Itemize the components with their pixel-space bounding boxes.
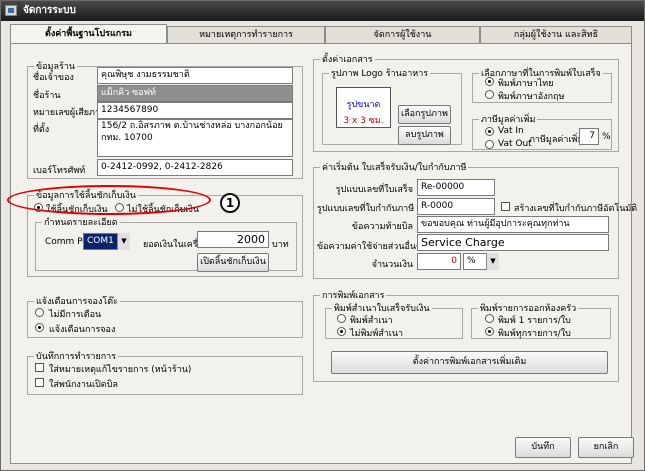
print-thai-radio[interactable] (485, 77, 494, 86)
address-field[interactable]: 156/2 ถ.อิสรภาพ ต.บ้านช่างหล่อ บางกอกน้อ… (97, 119, 293, 157)
booking-alert-legend: แจ้งเตือนการจองโต๊ะ (36, 297, 118, 307)
drawer-amount-field[interactable]: 2000 (197, 231, 269, 248)
kitchen-one-label[interactable]: พิมพ์ 1 รายการ/ใบ (498, 313, 571, 327)
bill-footer-label: ข้อความท้ายบิล (351, 222, 413, 232)
logo-dimension-text: 3 x 3 ซม. (343, 116, 384, 126)
drawer-amount-unit: บาท (272, 240, 289, 250)
other-charge-field[interactable]: Service Charge (417, 234, 609, 251)
callout-badge: 1 (220, 193, 240, 213)
vat-unit: % (602, 132, 611, 142)
other-charge-label: ข้อความค่าใช้จ่ายส่วนอื่นๆ (317, 242, 421, 252)
highlight-ellipse (7, 185, 211, 215)
window-title: จัดการระบบ (23, 5, 76, 16)
staff-bill-checkbox[interactable] (35, 378, 44, 387)
tax-invoice-format-field[interactable]: R-0000 (417, 198, 495, 215)
print-copy-radio[interactable] (337, 314, 346, 323)
receipt-defaults-legend: ค่าเริ่มต้น ใบเสร็จรับเงิน/ใบกำกับภาษี (322, 163, 467, 173)
phone-label: เบอร์โทรศัพท์ (33, 166, 86, 176)
charge-amount-label: จำนวนเงิน (371, 260, 413, 270)
staff-bill-label[interactable]: ใส่พนักงานเปิดบิล (49, 377, 118, 391)
tab-transaction-notes[interactable]: หมายเหตุการทำรายการ (167, 26, 325, 43)
chevron-down-icon[interactable]: ▼ (486, 253, 499, 270)
drawer-detail-legend: กำหนดรายละเอียด (44, 218, 118, 228)
kitchen-all-label[interactable]: พิมพ์ทุกรายการ/ใบ (498, 326, 571, 340)
app-icon (5, 5, 17, 16)
choose-image-button[interactable]: เลือกรูปภาพ (398, 105, 451, 124)
open-drawer-button[interactable]: เปิดลิ้นชักเก็บเงิน (197, 253, 269, 272)
delete-image-button[interactable]: ลบรูปภาพ (398, 126, 451, 145)
print-thai-label[interactable]: พิมพ์ภาษาไทย (498, 76, 554, 90)
comm-port-value: COM1 (87, 236, 114, 246)
owner-label: ชื่อเจ้าของ (33, 73, 74, 83)
shop-name-field[interactable]: แม็กคิว ซอฟท์ (97, 85, 293, 102)
vat-in-radio[interactable] (485, 127, 494, 136)
logo-preview: รูปขนาด 3 x 3 ซม. (336, 87, 391, 128)
auto-tax-number-label[interactable]: สร้างเลขที่ใบกำกับภาษีอัตโนมัติ (514, 201, 637, 215)
vat-legend: ภาษีมูลค่าเพิ่ม (481, 115, 536, 125)
charge-unit-value: % (467, 256, 476, 266)
vat-rate-label: ภาษีมูลค่าเพิ่ม (529, 135, 584, 145)
booking-alert-label[interactable]: แจ้งเตือนการจอง (49, 322, 115, 336)
doc-settings-legend: ตั้งค่าเอกสาร (322, 55, 373, 65)
auto-tax-number-checkbox[interactable] (501, 202, 510, 211)
receipt-format-label: รูปแบบเลขที่ใบเสร็จ (335, 185, 413, 195)
no-alert-label[interactable]: ไม่มีการเตือน (49, 307, 101, 321)
print-docs-legend: การพิมพ์เอกสาร (322, 291, 385, 301)
vat-out-label[interactable]: Vat Out (498, 139, 532, 149)
no-copy-radio[interactable] (337, 327, 346, 336)
phone-field[interactable]: 0-2412-0992, 0-2412-2826 (97, 159, 293, 176)
kitchen-all-radio[interactable] (485, 327, 494, 336)
no-copy-label[interactable]: ไม่พิมพ์สำเนา (350, 326, 403, 340)
print-english-label[interactable]: พิมพ์ภาษาอังกฤษ (498, 89, 564, 103)
tax-id-field[interactable]: 1234567890 (97, 102, 293, 119)
shop-name-label: ชื่อร้าน (33, 91, 61, 101)
kitchen-one-radio[interactable] (485, 314, 494, 323)
tab-basic-settings[interactable]: ตั้งค่าพื้นฐานโปรแกรม (10, 24, 167, 44)
tax-invoice-format-label: รูปแบบเลขที่ใบกำกับภาษี (317, 204, 415, 214)
tax-id-label: หมายเลขผู้เสียภาษี (33, 108, 106, 118)
tab-user-groups[interactable]: กลุ่มผู้ใช้งาน และสิทธิ (480, 26, 632, 43)
settings-window: จัดการระบบ ตั้งค่าพื้นฐานโปรแกรม หมายเหต… (0, 0, 645, 471)
tab-user-management[interactable]: จัดการผู้ใช้งาน (325, 26, 480, 43)
vat-rate-field[interactable]: 7 (579, 128, 599, 145)
print-english-radio[interactable] (485, 90, 494, 99)
save-button[interactable]: บันทึก (515, 437, 571, 458)
logo-size-text: รูปขนาด (346, 100, 381, 110)
chevron-down-icon[interactable]: ▼ (117, 233, 130, 250)
owner-field[interactable]: คุณพิษุช งามธรรมชาติ (97, 67, 293, 84)
cancel-button[interactable]: ยกเลิก (578, 437, 634, 458)
address-label: ที่ตั้ง (33, 125, 50, 135)
no-alert-radio[interactable] (35, 308, 44, 317)
title-bar[interactable]: จัดการระบบ (1, 1, 644, 21)
receipt-format-field[interactable]: Re-00000 (417, 179, 495, 196)
record-legend: บันทึกการทำรายการ (36, 352, 117, 362)
vat-in-label[interactable]: Vat In (498, 126, 524, 136)
edit-note-checkbox[interactable] (35, 363, 44, 372)
more-print-settings-button[interactable]: ตั้งค่าการพิมพ์เอกสารเพิ่มเติม (331, 351, 608, 374)
print-copy-label[interactable]: พิมพ์สำเนา (350, 313, 393, 327)
vat-out-radio[interactable] (485, 140, 494, 149)
bill-footer-field[interactable]: ขอขอบคุณ ท่านผู้มีอุปการะคุณทุกท่าน (417, 216, 609, 233)
booking-alert-radio[interactable] (35, 323, 44, 332)
edit-note-label[interactable]: ใส่หมายเหตุแก้ไขรายการ (หน้าร้าน) (49, 362, 191, 376)
logo-legend: รูปภาพ Logo ร้านอาหาร (331, 69, 429, 79)
charge-amount-field[interactable]: 0 (417, 253, 461, 270)
